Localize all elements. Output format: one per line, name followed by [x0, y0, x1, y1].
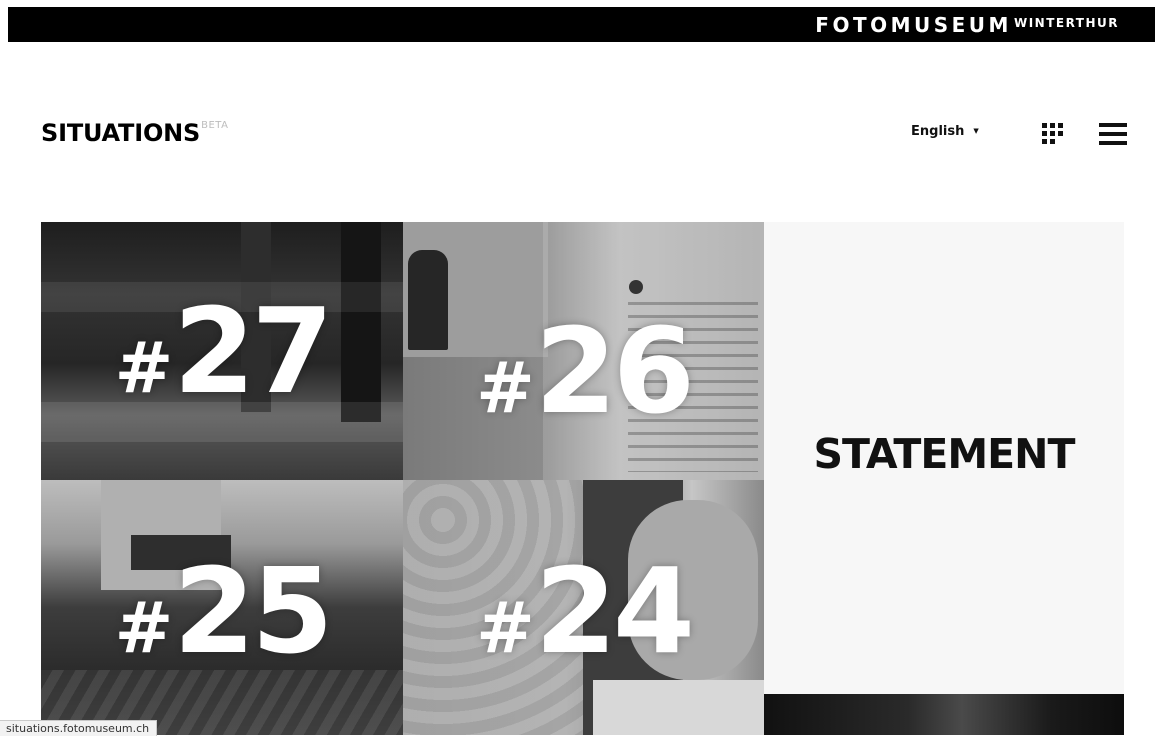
tile-number-25: #25 — [114, 542, 334, 680]
caret-down-icon: ▼ — [973, 127, 979, 135]
language-selector[interactable]: English ▼ — [911, 124, 979, 139]
fotomuseum-logo[interactable]: FOTOMUSEUM WINTERTHUR — [815, 13, 1119, 37]
brand-main: FOTOMUSEUM — [815, 13, 1012, 37]
tile-number-26: #26 — [476, 302, 695, 440]
situation-tile-dark[interactable] — [764, 694, 1124, 735]
statement-tile[interactable]: STATEMENT — [764, 222, 1124, 694]
situation-tile-26[interactable]: #26 — [403, 222, 764, 480]
hamburger-menu-icon[interactable] — [1099, 123, 1127, 145]
situation-tile-24[interactable]: #24 — [403, 480, 764, 735]
situation-tile-25[interactable]: #25 — [41, 480, 403, 735]
site-title-text: SITUATIONS — [41, 119, 201, 147]
language-label: English — [911, 124, 965, 139]
beta-badge: BETA — [201, 120, 229, 131]
situation-tile-27[interactable]: #27 — [41, 222, 403, 480]
grid-icon[interactable] — [1041, 122, 1064, 145]
site-title[interactable]: SITUATIONSBETA — [41, 119, 228, 147]
tile-number-24: #24 — [476, 542, 695, 680]
tile-number-27: #27 — [114, 282, 334, 420]
statement-title: STATEMENT — [813, 430, 1076, 478]
status-bar-url: situations.fotomuseum.ch — [0, 720, 158, 736]
brand-sub: WINTERTHUR — [1013, 16, 1119, 30]
top-banner: FOTOMUSEUM WINTERTHUR — [8, 7, 1155, 42]
